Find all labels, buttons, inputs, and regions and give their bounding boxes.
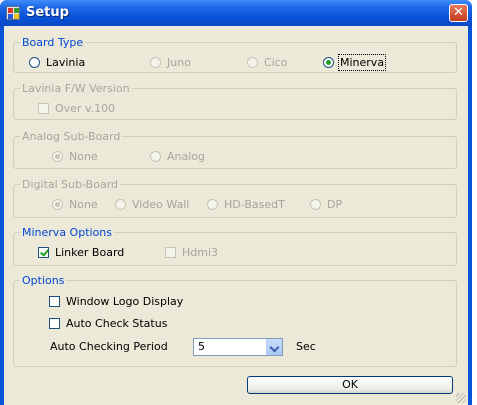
radio-cico-label: Cico [264, 56, 288, 69]
auto-checking-period-value: 5 [198, 340, 205, 353]
checkbox-over-v100-box[interactable] [38, 103, 49, 114]
analog-sub-legend: Analog Sub-Board [22, 130, 121, 143]
checkbox-hdmi3-box[interactable] [165, 247, 176, 258]
radio-minerva[interactable]: Minerva [323, 54, 387, 71]
minerva-options-legend: Minerva Options [22, 226, 112, 239]
checkbox-over-v100[interactable]: Over v.100 [38, 102, 115, 115]
radio-digital-none-label: None [69, 198, 98, 211]
setup-window: Setup ✕ Board Type Lavinia Juno Cico Min… [0, 0, 472, 405]
radio-dp-indicator[interactable] [310, 199, 321, 210]
checkbox-linker-board-box[interactable] [38, 247, 49, 258]
radio-hd-basedt[interactable]: HD-BasedT [207, 198, 285, 211]
auto-checking-period-label: Auto Checking Period [50, 340, 168, 353]
radio-lavinia-label: Lavinia [46, 56, 86, 69]
checkbox-window-logo[interactable]: Window Logo Display [49, 295, 183, 308]
app-icon [6, 6, 20, 20]
checkbox-hdmi3-label: Hdmi3 [182, 246, 219, 259]
radio-video-wall-indicator[interactable] [115, 199, 126, 210]
radio-analog-indicator[interactable] [150, 151, 161, 162]
period-unit-label: Sec [296, 340, 316, 353]
close-button[interactable]: ✕ [449, 4, 468, 22]
radio-juno-label: Juno [167, 56, 191, 69]
checkbox-window-logo-label: Window Logo Display [66, 295, 184, 308]
checkbox-auto-check[interactable]: Auto Check Status [49, 317, 167, 330]
radio-dp[interactable]: DP [310, 198, 342, 211]
digital-sub-legend: Digital Sub-Board [22, 178, 119, 191]
radio-hd-basedt-indicator[interactable] [207, 199, 218, 210]
checkbox-window-logo-box[interactable] [49, 296, 60, 307]
board-type-legend: Board Type [22, 36, 84, 49]
radio-cico-indicator[interactable] [247, 57, 258, 68]
title-bar[interactable]: Setup ✕ [0, 0, 472, 26]
radio-dp-label: DP [327, 198, 343, 211]
radio-lavinia[interactable]: Lavinia [29, 56, 85, 69]
radio-hd-basedt-label: HD-BasedT [224, 198, 285, 211]
radio-analog-none[interactable]: None [52, 150, 98, 163]
radio-analog[interactable]: Analog [150, 150, 205, 163]
radio-digital-none[interactable]: None [52, 198, 98, 211]
radio-cico[interactable]: Cico [247, 56, 288, 69]
radio-minerva-indicator[interactable] [323, 57, 334, 68]
checkbox-hdmi3[interactable]: Hdmi3 [165, 246, 218, 259]
resize-grip-icon[interactable] [456, 393, 466, 403]
radio-analog-label: Analog [167, 150, 206, 163]
lavinia-fw-legend: Lavinia F/W Version [22, 82, 130, 95]
checkbox-over-v100-label: Over v.100 [55, 102, 116, 115]
ok-button[interactable]: OK [247, 376, 453, 394]
radio-juno[interactable]: Juno [150, 56, 191, 69]
radio-video-wall-label: Video Wall [132, 198, 190, 211]
radio-digital-none-indicator[interactable] [52, 199, 63, 210]
checkbox-linker-board-label: Linker Board [55, 246, 125, 259]
checkbox-auto-check-label: Auto Check Status [66, 317, 168, 330]
chevron-down-icon[interactable] [266, 339, 282, 355]
radio-juno-indicator[interactable] [150, 57, 161, 68]
auto-checking-period-select[interactable]: 5 [193, 338, 283, 356]
dialog-body: Board Type Lavinia Juno Cico Minerva Lav… [4, 26, 468, 405]
radio-analog-none-label: None [69, 150, 98, 163]
checkbox-auto-check-box[interactable] [49, 318, 60, 329]
radio-lavinia-indicator[interactable] [29, 57, 40, 68]
radio-video-wall[interactable]: Video Wall [115, 198, 189, 211]
options-legend: Options [22, 274, 65, 287]
window-title: Setup [26, 5, 69, 20]
radio-minerva-label: Minerva [337, 54, 387, 71]
radio-analog-none-indicator[interactable] [52, 151, 63, 162]
checkbox-linker-board[interactable]: Linker Board [38, 246, 124, 259]
